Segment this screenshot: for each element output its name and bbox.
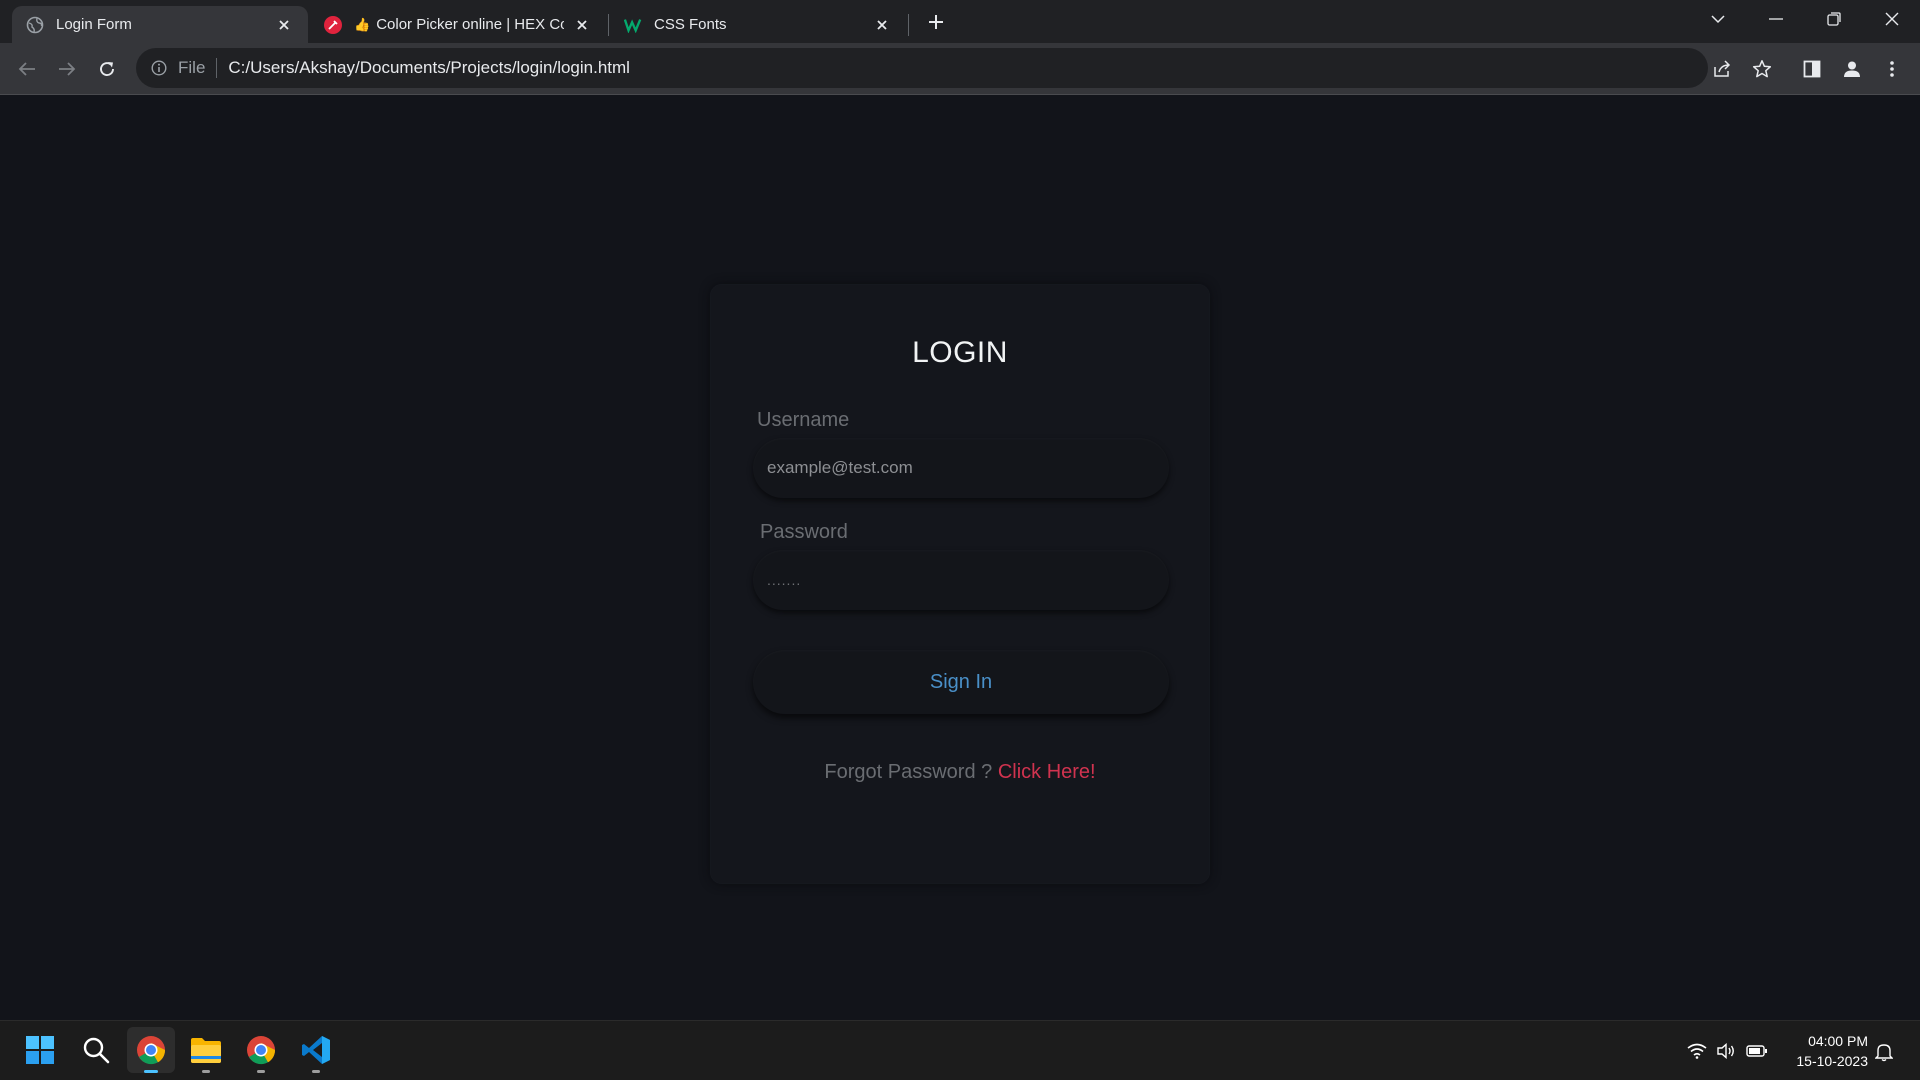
forgot-password-text: Forgot Password ? [824, 761, 993, 783]
sign-in-button[interactable]: Sign In [753, 650, 1169, 714]
close-tab-icon[interactable] [274, 15, 294, 35]
close-tab-icon[interactable] [872, 15, 892, 35]
running-indicator [312, 1070, 320, 1073]
login-card: LOGIN Username example@test.com Password… [710, 284, 1210, 884]
chrome-taskbar-button[interactable] [127, 1027, 175, 1073]
address-bar[interactable]: File C:/Users/Akshay/Documents/Projects/… [136, 48, 1708, 88]
click-here-link[interactable]: Click Here! [998, 761, 1096, 783]
taskbar: 04:00 PM 15-10-2023 [0, 1020, 1920, 1080]
chrome-taskbar-button-2[interactable] [237, 1027, 285, 1073]
browser-toolbar: File C:/Users/Akshay/Documents/Projects/… [0, 43, 1920, 95]
tab-title: CSS Fonts [654, 16, 727, 33]
system-clock[interactable]: 04:00 PM 15-10-2023 [1784, 1031, 1868, 1071]
tab-title: Login Form [56, 16, 132, 33]
username-input[interactable]: example@test.com [753, 438, 1169, 498]
sign-in-label: Sign In [929, 670, 993, 693]
restore-button[interactable] [1806, 0, 1862, 38]
active-indicator [144, 1070, 158, 1073]
share-icon [1714, 60, 1731, 77]
close-tab-icon[interactable] [572, 15, 592, 35]
plus-icon [929, 15, 943, 29]
url-text[interactable]: C:/Users/Akshay/Documents/Projects/login… [228, 58, 630, 78]
globe-icon [26, 16, 44, 34]
page-viewport: LOGIN Username example@test.com Password… [0, 96, 1920, 1020]
clock-time: 04:00 PM [1808, 1033, 1868, 1049]
file-explorer-icon [191, 1038, 221, 1063]
tab-css-fonts[interactable]: CSS Fonts [610, 6, 906, 43]
restore-icon [1827, 12, 1841, 26]
bookmark-button[interactable] [1748, 55, 1776, 83]
profile-icon [1844, 61, 1860, 77]
password-mask: ....... [767, 572, 802, 588]
reload-button[interactable] [93, 55, 121, 83]
scheme-label: File [178, 58, 206, 77]
search-button[interactable] [72, 1027, 120, 1073]
notification-bell-icon[interactable] [1872, 1041, 1896, 1063]
password-input[interactable]: ....... [753, 550, 1169, 610]
username-placeholder: example@test.com [767, 458, 913, 477]
forward-arrow-icon [59, 62, 76, 76]
new-tab-button[interactable] [922, 8, 950, 36]
tab-title: Color Picker online | HEX Co [376, 16, 564, 33]
running-indicator [257, 1070, 265, 1073]
minimize-button[interactable] [1748, 0, 1804, 38]
minimize-icon [1769, 18, 1783, 20]
tab-separator [908, 14, 909, 36]
vscode-taskbar-button[interactable] [292, 1027, 340, 1073]
side-panel-button[interactable] [1798, 55, 1826, 83]
file-explorer-taskbar-button[interactable] [182, 1027, 230, 1073]
login-title: LOGIN [912, 336, 1008, 369]
thumbs-up-emoji: 👍 [354, 16, 371, 32]
side-panel-icon [1803, 60, 1821, 78]
share-button[interactable] [1708, 55, 1736, 83]
tab-search-button[interactable] [1690, 0, 1746, 38]
tab-color-picker[interactable]: 👍 Color Picker online | HEX Co [310, 6, 606, 43]
color-picker-favicon [324, 15, 342, 34]
vscode-icon [302, 1036, 330, 1064]
close-window-button[interactable] [1864, 0, 1920, 38]
address-divider [216, 58, 218, 78]
reload-icon [100, 62, 114, 76]
info-icon[interactable] [150, 59, 168, 77]
star-icon [1752, 60, 1772, 78]
windows-start-icon [26, 1036, 54, 1064]
chrome-icon [247, 1036, 276, 1065]
chrome-icon [137, 1036, 166, 1065]
tab-bar: Login Form 👍 Color Picker online | HEX C… [0, 0, 1920, 43]
menu-button[interactable] [1878, 55, 1906, 83]
forgot-password-row: Forgot Password ? Click Here! [710, 761, 1210, 784]
back-button[interactable] [13, 55, 41, 83]
back-arrow-icon [18, 62, 35, 76]
tab-login-form[interactable]: Login Form [12, 6, 308, 43]
battery-icon[interactable] [1746, 1041, 1768, 1061]
profile-button[interactable] [1838, 55, 1866, 83]
chevron-down-icon [1711, 15, 1725, 24]
password-label: Password [760, 521, 848, 543]
close-icon [1885, 12, 1899, 26]
running-indicator [202, 1070, 210, 1073]
start-button[interactable] [16, 1027, 64, 1073]
username-label: Username [757, 409, 850, 431]
volume-icon[interactable] [1715, 1041, 1737, 1061]
clock-date: 15-10-2023 [1796, 1053, 1868, 1069]
tab-separator [608, 14, 609, 36]
w3schools-favicon [624, 16, 642, 34]
kebab-menu-icon [1890, 61, 1894, 77]
search-icon [83, 1037, 110, 1064]
wifi-icon[interactable] [1686, 1041, 1708, 1061]
forward-button[interactable] [53, 55, 81, 83]
